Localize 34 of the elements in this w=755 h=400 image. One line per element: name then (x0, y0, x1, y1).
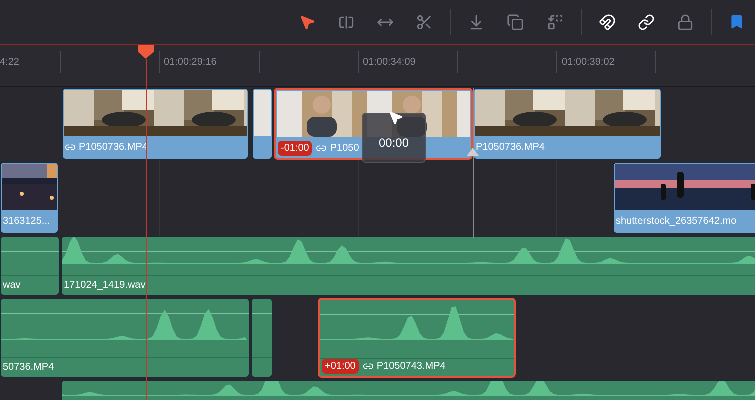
clip-name: wav (3, 279, 21, 293)
clip-name: P1050736.MP4 (476, 140, 545, 154)
clip-name: P1050 (330, 142, 360, 156)
clip-name: 50736.MP4 (3, 361, 54, 375)
cursor-icon (388, 110, 404, 126)
video-clip[interactable]: shutterstock_26357642.mo (613, 162, 755, 234)
video-clip[interactable]: P1050736.MP4 (473, 88, 662, 160)
timecode-label: 01:00:34:09 (363, 56, 416, 70)
tooltip-text: 00:00 (378, 135, 410, 152)
timecode-label: 01:00:39:02 (562, 56, 615, 70)
video-clip[interactable] (252, 88, 273, 160)
bookmark-icon (729, 14, 746, 30)
link-icon (638, 14, 655, 30)
clip-name: P1050743.MP4 (376, 360, 446, 374)
offset-badge: -01:00 (278, 140, 312, 156)
offset-badge: +01:00 (322, 359, 359, 374)
replace-icon (546, 14, 564, 30)
audio-clip[interactable]: 171024_1419.wav (61, 236, 755, 296)
split-icon (338, 14, 356, 30)
audio-clip[interactable]: wav (0, 236, 60, 296)
scissors-icon (416, 14, 434, 30)
video-clip[interactable]: 3163125... (0, 162, 59, 234)
audio-clip[interactable] (251, 298, 273, 378)
clip-name: shutterstock_26357642.mo (616, 214, 737, 228)
timecode-label: 01:00:29:16 (164, 56, 217, 70)
lock-icon (676, 14, 694, 30)
clip-name: 171024_1419.wav (64, 279, 146, 293)
audio-clip[interactable]: 50736.MP4 (0, 298, 250, 378)
timecode-label: 4:22 (0, 56, 20, 70)
magnet-icon (598, 14, 616, 30)
audio-clip[interactable]: +01:00 P1050743.MP4 (318, 298, 516, 378)
pointer-icon (299, 14, 316, 30)
copy-icon (507, 14, 524, 30)
clip-name: 3163125... (3, 214, 50, 228)
